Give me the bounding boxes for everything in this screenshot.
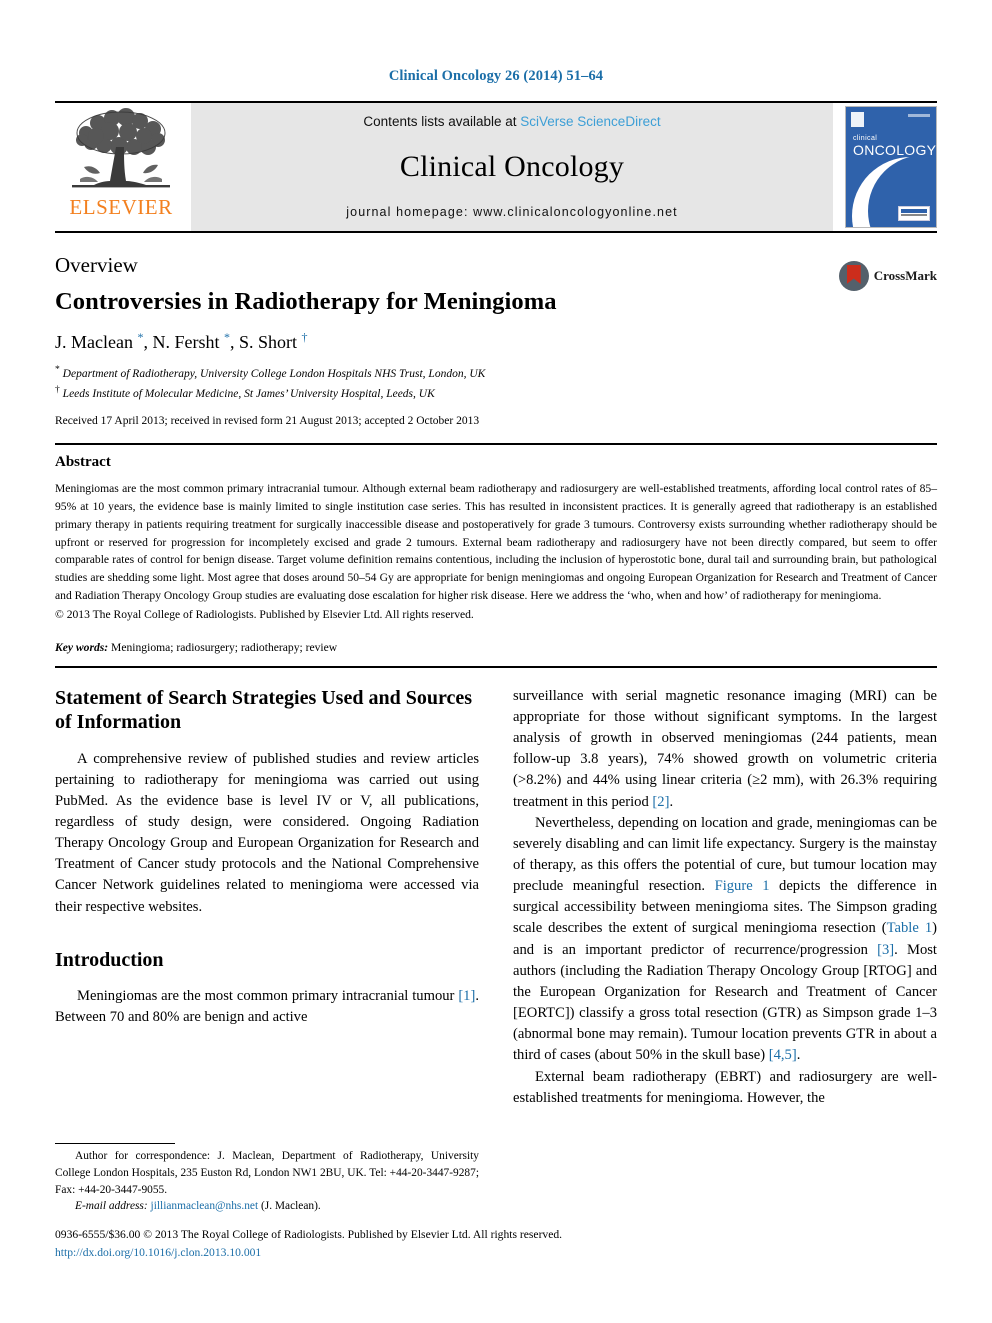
paragraph-introduction: Meningiomas are the most common primary … (55, 986, 479, 1028)
section-heading-search-strategies: Statement of Search Strategies Used and … (55, 686, 473, 734)
abstract-copyright: © 2013 The Royal College of Radiologists… (55, 607, 474, 621)
email-link[interactable]: jillianmaclean@nhs.net (151, 1200, 259, 1212)
keywords: Key words: Meningioma; radiosurgery; rad… (55, 641, 937, 654)
elsevier-logo-block: ELSEVIER (55, 103, 187, 231)
sciencedirect-link[interactable]: SciVerse ScienceDirect (520, 114, 660, 129)
keywords-bottom-rule (55, 665, 937, 668)
issn-copyright-line: 0936-6555/$36.00 © 2013 The Royal Colleg… (55, 1228, 563, 1242)
keywords-value: Meningioma; radiosurgery; radiotherapy; … (108, 640, 338, 654)
citation-ref-4-5[interactable]: [4,5] (769, 1047, 797, 1063)
table-1-link[interactable]: Table 1 (887, 920, 933, 936)
article-dates: Received 17 April 2013; received in revi… (55, 415, 480, 427)
masthead-center: Contents lists available at SciVerse Sci… (191, 103, 833, 231)
cover-title-small: clinical (853, 135, 878, 142)
footnote-correspondence-line: Author for correspondence: J. Maclean, D… (55, 1150, 479, 1196)
cover-title: clinical ONCOLOGY (853, 135, 936, 157)
cover-society-badge (898, 206, 930, 221)
crossmark-label: CrossMark (873, 268, 937, 283)
elsevier-wordmark: ELSEVIER (69, 195, 173, 219)
paragraph-surveillance: surveillance with serial magnetic resona… (513, 686, 937, 813)
article-type-kicker: Overview (55, 253, 138, 277)
citation-ref-3[interactable]: [3] (877, 942, 894, 958)
footnote-body: Author for correspondence: J. Maclean, D… (55, 1148, 479, 1215)
section-heading-introduction: Introduction (55, 948, 164, 971)
intro-text-part1: Meningiomas are the most common primary … (77, 988, 459, 1005)
crossmark-badge[interactable]: CrossMark (838, 261, 937, 291)
para2-part5: . (796, 1047, 801, 1064)
journal-article-page: Clinical Oncology 26 (2014) 51–64 ELSEVI… (0, 0, 992, 1323)
doi-link[interactable]: http://dx.doi.org/10.1016/j.clon.2013.10… (55, 1244, 935, 1261)
contents-lists-line: Contents lists available at SciVerse Sci… (363, 114, 660, 129)
paragraph-ebrt: External beam radiotherapy (EBRT) and ra… (513, 1068, 937, 1106)
cover-title-big: ONCOLOGY (853, 142, 937, 158)
footnote-email-line: E-mail address: jillianmaclean@nhs.net (… (55, 1198, 479, 1215)
journal-cover-block: clinical ONCOLOGY (841, 103, 937, 231)
email-label: E-mail address: (75, 1200, 148, 1213)
page-footer: 0936-6555/$36.00 © 2013 The Royal Colleg… (55, 1226, 935, 1261)
para2-part4: . Most authors (including the Radiation … (513, 941, 937, 1064)
contents-prefix: Contents lists available at (363, 114, 521, 129)
crossmark-icon (838, 261, 869, 291)
footnote-rule (55, 1143, 175, 1145)
running-head: Clinical Oncology 26 (2014) 51–64 (388, 68, 604, 84)
body-columns: Statement of Search Strategies Used and … (55, 686, 937, 1109)
paragraph-search-strategies: A comprehensive review of published stud… (55, 750, 479, 915)
correspondence-footnote: Author for correspondence: J. Maclean, D… (55, 1143, 479, 1215)
elsevier-tree-icon (72, 108, 170, 188)
journal-name: Clinical Oncology (399, 150, 625, 183)
article-header: Overview Controversies in Radiotherapy f… (55, 233, 937, 427)
abstract-text: Meningiomas are the most common primary … (55, 482, 937, 603)
journal-homepage-line[interactable]: journal homepage: www.clinicaloncologyon… (346, 205, 677, 219)
cover-elsevier-icon (851, 112, 864, 127)
affiliation-2: † Leeds Institute of Molecular Medicine,… (55, 383, 435, 400)
journal-masthead: ELSEVIER Contents lists available at Sci… (55, 101, 937, 233)
citation-ref-1[interactable]: [1] (458, 988, 475, 1004)
para1-part1: surveillance with serial magnetic resona… (513, 687, 937, 810)
affiliation-1: * Department of Radiotherapy, University… (55, 364, 486, 380)
para1-part2: . (669, 793, 674, 810)
email-suffix: (J. Maclean). (258, 1200, 321, 1213)
abstract-top-rule (55, 443, 937, 445)
figure-1-link[interactable]: Figure 1 (715, 878, 770, 894)
author-list: J. Maclean *, N. Fersht *, S. Short † (55, 330, 308, 352)
page-title: Controversies in Radiotherapy for Mening… (55, 288, 557, 315)
cover-issue-text (908, 114, 930, 117)
right-column: surveillance with serial magnetic resona… (513, 686, 937, 1109)
abstract-heading: Abstract (55, 454, 111, 470)
journal-cover-thumbnail[interactable]: clinical ONCOLOGY (845, 106, 937, 228)
citation-ref-2[interactable]: [2] (652, 794, 669, 810)
paragraph-surgery: Nevertheless, depending on location and … (513, 813, 937, 1067)
left-column: Statement of Search Strategies Used and … (55, 686, 479, 1109)
keywords-label: Key words: (55, 640, 109, 654)
